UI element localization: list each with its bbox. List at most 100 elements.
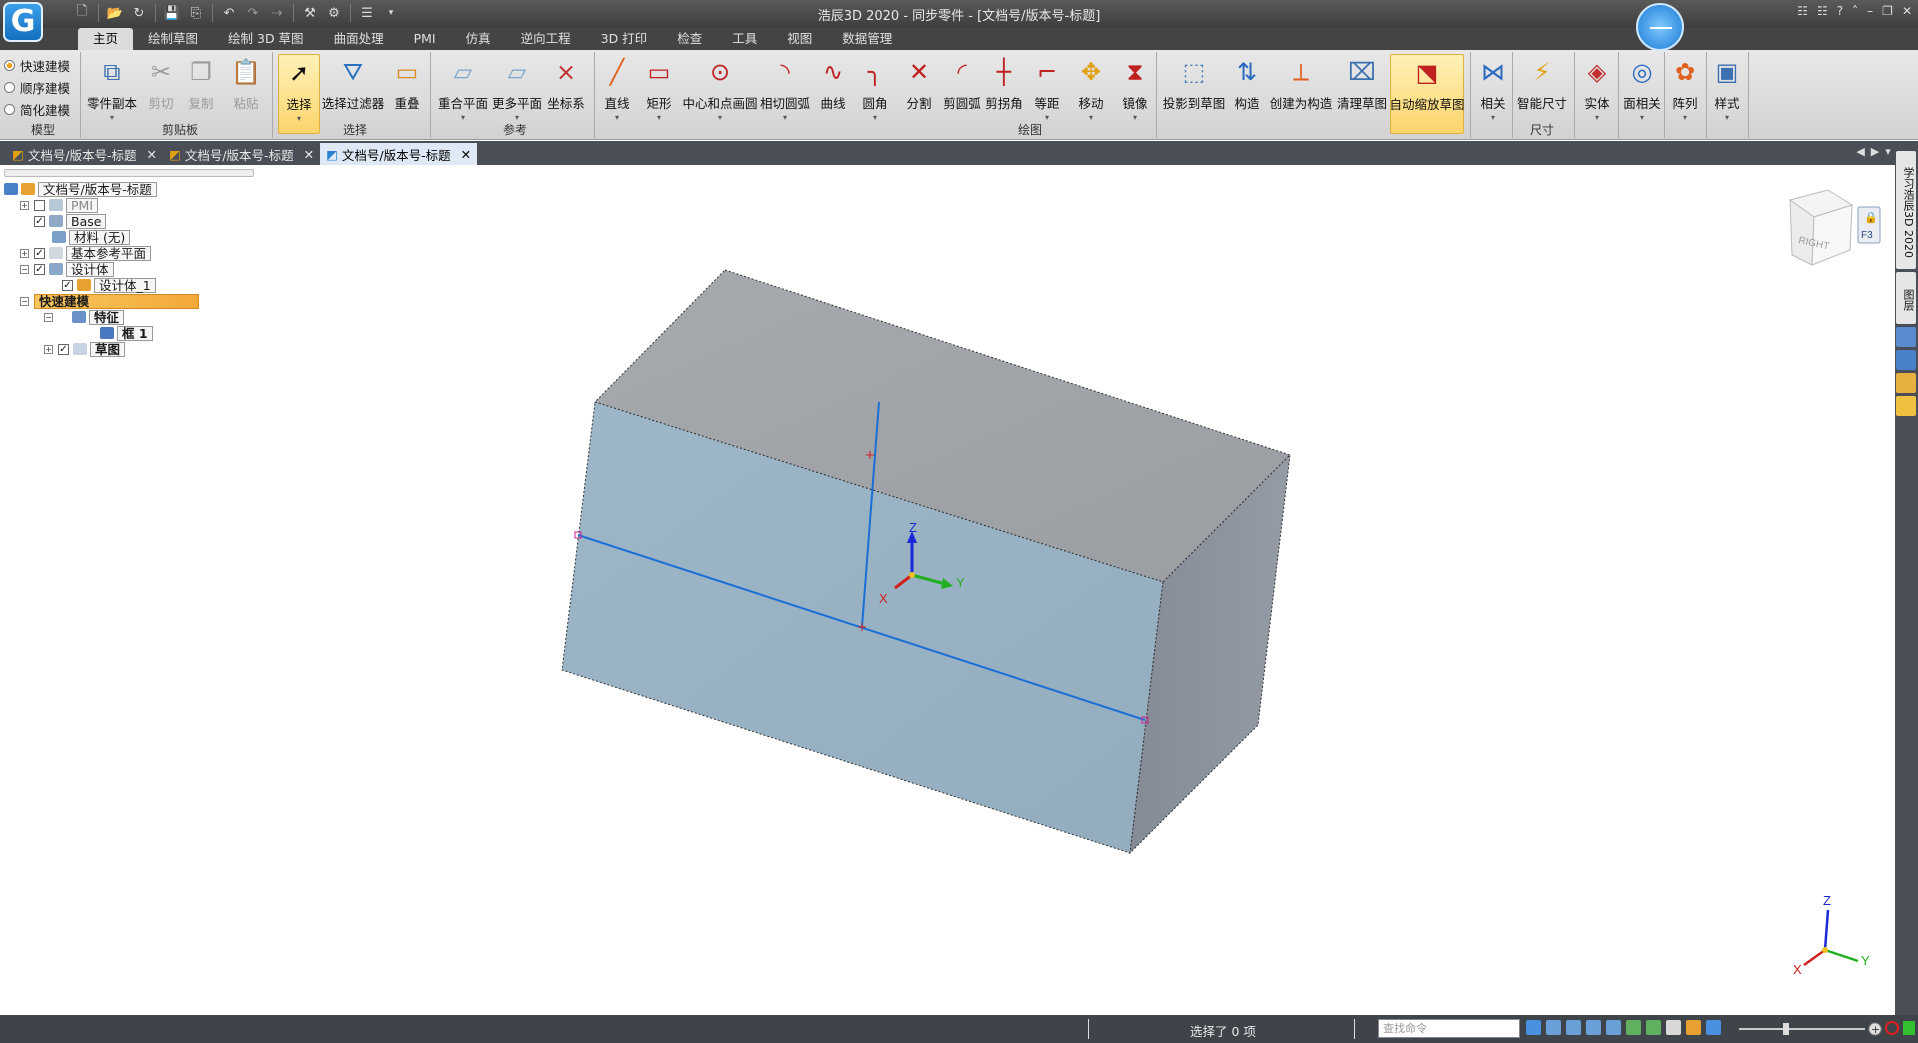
expand-icon[interactable]: + [20, 200, 29, 210]
tab-list-icon[interactable]: ▾ [1885, 145, 1891, 158]
close-tab-icon[interactable]: ✕ [304, 147, 314, 162]
style-button[interactable]: ▣ 样式 ▾ [1710, 54, 1744, 134]
move-button[interactable]: ✥ 移动 ▾ [1074, 54, 1108, 134]
split-button[interactable]: ✕ 分割 [902, 54, 936, 134]
fit-icon[interactable] [1586, 1020, 1601, 1035]
array-button[interactable]: ✿ 阵列 ▾ [1668, 54, 1702, 134]
expand-icon[interactable]: + [20, 248, 29, 258]
tab-simulation[interactable]: 仿真 [451, 28, 506, 50]
fillet-button[interactable]: ╮ 圆角 ▾ [858, 54, 892, 134]
curve-button[interactable]: ∿ 曲线 [816, 54, 850, 134]
visibility-checkbox[interactable]: ✓ [58, 343, 69, 355]
tree-root[interactable]: 文档号/版本号-标题 [4, 181, 254, 197]
relate-button[interactable]: ⋈ 相关 ▾ [1476, 54, 1510, 134]
close-icon[interactable]: ✕ [1902, 4, 1912, 18]
rotate-icon[interactable] [1626, 1020, 1641, 1035]
collapse-icon[interactable]: − [20, 264, 29, 274]
tab-inspect[interactable]: 检查 [662, 28, 717, 50]
repeat-icon[interactable]: ⇢ [267, 3, 287, 23]
tab-3d-sketch[interactable]: 绘制 3D 草图 [213, 28, 319, 50]
open-file-icon[interactable]: 📂 [105, 3, 125, 23]
record-icon[interactable] [1885, 1021, 1899, 1035]
tree-item-features[interactable]: − 特征 [4, 309, 254, 325]
visibility-checkbox[interactable]: ✓ [34, 247, 45, 259]
visibility-checkbox[interactable] [34, 199, 45, 211]
tab-data-mgmt[interactable]: 数据管理 [827, 28, 907, 50]
mode-quick[interactable]: 快速建模 [4, 54, 78, 76]
tree-resize-handle[interactable] [4, 169, 254, 177]
layout-a-icon[interactable]: ☷ [1797, 4, 1808, 18]
panel-icon-b[interactable] [1896, 350, 1916, 370]
tab-surface[interactable]: 曲面处理 [319, 28, 399, 50]
doc-tab-active[interactable]: ◩ 文档号/版本号-标题 ✕ [320, 143, 478, 165]
tree-item-base-planes[interactable]: + ✓ 基本参考平面 [4, 245, 254, 261]
tab-view[interactable]: 视图 [772, 28, 827, 50]
tab-home[interactable]: 主页 [78, 28, 134, 50]
tab-pmi[interactable]: PMI [399, 28, 451, 50]
tree-item-design-body[interactable]: − ✓ 设计体 [4, 261, 254, 277]
tab-sketch[interactable]: 绘制草图 [133, 28, 213, 50]
tool-a-icon[interactable]: ⚒ [300, 3, 320, 23]
learning-panel-tab[interactable]: 学习浩辰3D 2020 [1896, 151, 1916, 269]
view-cube[interactable]: RIGHT [1788, 189, 1854, 266]
panel-icon-c[interactable] [1896, 373, 1916, 393]
save-as-icon[interactable]: ⎘ [186, 3, 206, 23]
trim-button[interactable]: ◜ 剪圆弧 [942, 54, 982, 134]
3d-viewport[interactable]: Z Y X RIGHT 🔒 F3 Z Y X [0, 165, 1895, 1015]
project-to-sketch-button[interactable]: ⬚ 投影到草图 [1162, 54, 1226, 134]
tangent-arc-button[interactable]: ◝ 相切圆弧 ▾ [760, 54, 810, 134]
layout-b-icon[interactable]: ☷ [1817, 4, 1828, 18]
customize-dropdown-icon[interactable]: ▾ [381, 3, 401, 23]
part-copy-button[interactable]: ⧉ 零件副本 ▾ [86, 54, 138, 134]
face-relate-button[interactable]: ◎ 面相关 ▾ [1622, 54, 1662, 134]
zoom-area-icon[interactable] [1546, 1020, 1561, 1035]
visibility-checkbox[interactable]: ✓ [62, 279, 73, 291]
tree-item-base[interactable]: ✓ Base [4, 213, 254, 229]
tree-item-material[interactable]: 材料 (无) [4, 229, 254, 245]
tree-item-box[interactable]: 框 1 [4, 325, 254, 341]
view-lock[interactable]: 🔒 F3 [1857, 206, 1881, 244]
zoom-out-icon[interactable] [1706, 1020, 1721, 1035]
select-button[interactable]: ➚ 选择 ▾ [278, 54, 320, 134]
pan-icon[interactable] [1606, 1020, 1621, 1035]
ribbon-collapse-icon[interactable]: ˄ [1852, 4, 1858, 18]
undo-icon[interactable]: ↶ [219, 3, 239, 23]
panel-icon-a[interactable] [1896, 327, 1916, 347]
tool-b-icon[interactable]: ⚙ [324, 3, 344, 23]
visibility-checkbox[interactable]: ✓ [34, 263, 45, 275]
clean-sketch-button[interactable]: ⌧ 清理草图 [1336, 54, 1388, 134]
list-icon[interactable]: ☰ [357, 3, 377, 23]
construct-button[interactable]: ⇅ 构造 [1230, 54, 1264, 134]
minimize-icon[interactable]: – [1867, 4, 1873, 18]
close-tab-icon[interactable]: ✕ [461, 147, 471, 162]
key-icon[interactable] [1896, 396, 1916, 416]
tree-item-pmi[interactable]: + PMI [4, 197, 254, 213]
overlap-button[interactable]: ▭ 重叠 [390, 54, 424, 134]
collapse-icon[interactable]: − [44, 312, 53, 322]
coincident-plane-button[interactable]: ▱ 重合平面 ▾ [436, 54, 490, 134]
tab-next-icon[interactable]: ▶ [1871, 145, 1879, 158]
tree-item-design-body-1[interactable]: ✓ 设计体_1 [4, 277, 254, 293]
spin-icon[interactable] [1646, 1020, 1661, 1035]
close-tab-icon[interactable]: ✕ [147, 147, 157, 162]
mirror-button[interactable]: ⧗ 镜像 ▾ [1118, 54, 1152, 134]
doc-tab[interactable]: ◩ 文档号/版本号-标题 ✕ [6, 143, 163, 165]
tab-3d-print[interactable]: 3D 打印 [586, 28, 663, 50]
recent-icon[interactable]: ↻ [129, 3, 149, 23]
create-construct-button[interactable]: ⟂ 创建为构造 [1270, 54, 1333, 134]
collapse-icon[interactable]: − [20, 296, 29, 306]
zoom-slider[interactable]: + [1735, 1021, 1885, 1037]
zoom-icon[interactable] [1566, 1020, 1581, 1035]
tree-item-sketch[interactable]: + ✓ 草图 [4, 341, 254, 357]
solid-button[interactable]: ◈ 实体 ▾ [1580, 54, 1614, 134]
new-file-icon[interactable]: 🗋 [72, 3, 92, 23]
app-logo[interactable]: G [3, 2, 43, 42]
tab-reverse[interactable]: 逆向工程 [506, 28, 586, 50]
sketch-view-icon[interactable] [1666, 1020, 1681, 1035]
arrow-icon[interactable] [1526, 1020, 1541, 1035]
auto-zoom-sketch-button[interactable]: ⬔ 自动缩放草图 [1390, 54, 1465, 134]
tree-item-quick-modeling[interactable]: − 快速建模 [4, 293, 254, 309]
paste-button[interactable]: 📋 粘贴 [229, 54, 263, 134]
visibility-checkbox[interactable]: ✓ [34, 215, 45, 227]
learning-center-icon[interactable] [1636, 3, 1684, 51]
